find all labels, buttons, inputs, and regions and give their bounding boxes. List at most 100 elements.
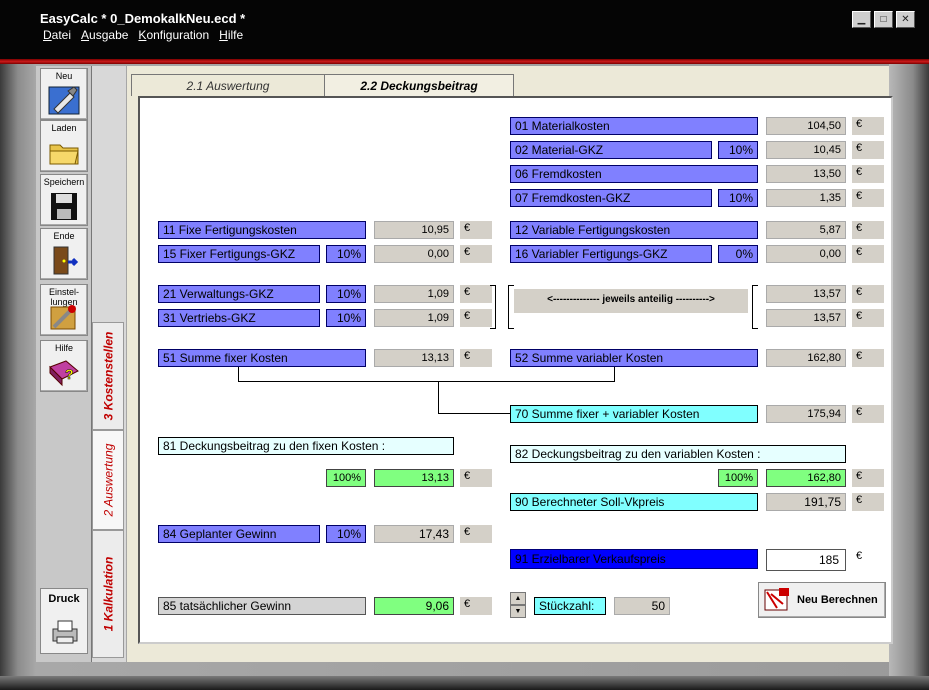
- value-db-fixe-kosten: 13,13: [374, 469, 454, 487]
- help-button[interactable]: Hilfe ?: [40, 340, 88, 392]
- currency-81: €: [460, 469, 492, 487]
- label-db-variable-kosten: 82 Deckungsbeitrag zu den variablen Kost…: [510, 445, 846, 463]
- currency-16: €: [852, 245, 884, 263]
- label-fremdkosten-gkz: 07 Fremdkosten-GKZ: [510, 189, 712, 207]
- settings-button[interactable]: Einstel-lungen: [40, 284, 88, 336]
- save-button[interactable]: Speichern: [40, 174, 88, 226]
- load-button[interactable]: Laden: [40, 120, 88, 172]
- value-vertriebs-gkz: 1,09: [374, 309, 454, 327]
- spin-up-icon[interactable]: ▲: [510, 592, 526, 605]
- currency-52: €: [852, 349, 884, 367]
- currency-anteilig-2: €: [852, 309, 884, 327]
- label-summe-fixer-kosten: 51 Summe fixer Kosten: [158, 349, 366, 367]
- connector-52-down: [614, 367, 615, 381]
- print-button-label: Druck: [48, 593, 80, 605]
- label-db-fixe-kosten: 81 Deckungsbeitrag zu den fixen Kosten :: [158, 437, 454, 455]
- quantity-spinner[interactable]: ▲ ▼: [510, 592, 526, 618]
- label-fixer-fertigungs-gkz: 15 Fixer Fertigungs-GKZ: [158, 245, 320, 263]
- label-soll-vkpreis: 90 Berechneter Soll-Vkpreis: [510, 493, 758, 511]
- value-stueckzahl[interactable]: 50: [614, 597, 670, 615]
- pct-material-gkz[interactable]: 10%: [718, 141, 758, 159]
- load-button-label: Laden: [51, 123, 77, 133]
- pct-geplanter-gewinn[interactable]: 10%: [326, 525, 366, 543]
- floppy-disk-icon: [51, 193, 77, 220]
- window-frame-bottom: [0, 676, 929, 690]
- tab-auswertung[interactable]: 2.1 Auswertung: [131, 74, 325, 96]
- value-fremdkosten-gkz: 1,35: [766, 189, 846, 207]
- currency-90: €: [852, 493, 884, 511]
- label-tatsaechlicher-gewinn: 85 tatsächlicher Gewinn: [158, 597, 366, 615]
- new-button-label: Neu: [55, 71, 73, 81]
- currency-12: €: [852, 221, 884, 239]
- new-document-icon: [48, 86, 80, 115]
- pct-fremdkosten-gkz[interactable]: 10%: [718, 189, 758, 207]
- pct-vertriebs-gkz[interactable]: 10%: [326, 309, 366, 327]
- window-controls: ▁ □ ✕: [852, 11, 915, 28]
- currency-51: €: [460, 349, 492, 367]
- menu-ausgabe[interactable]: Ausgabe: [81, 28, 128, 42]
- value-fixer-fertigungs-gkz: 0,00: [374, 245, 454, 263]
- currency-02: €: [852, 141, 884, 159]
- label-geplanter-gewinn: 84 Geplanter Gewinn: [158, 525, 320, 543]
- vtab-auswertung[interactable]: 2 Auswertung: [92, 430, 124, 530]
- print-button[interactable]: Druck: [40, 588, 88, 654]
- close-button[interactable]: ✕: [896, 11, 915, 28]
- recalculate-button[interactable]: Neu Berechnen: [758, 582, 886, 618]
- settings-tools-icon: [50, 305, 76, 330]
- vtab-kostenstellen[interactable]: 3 Kostenstellen: [92, 322, 124, 430]
- connector-to-70: [438, 413, 510, 414]
- help-button-label: Hilfe: [54, 343, 73, 353]
- value-materialkosten: 104,50: [766, 117, 846, 135]
- save-button-label: Speichern: [43, 177, 85, 187]
- connector-51-down: [238, 367, 239, 381]
- pct-fixer-fertigungs-gkz[interactable]: 10%: [326, 245, 366, 263]
- menu-datei[interactable]: Datei: [43, 28, 71, 42]
- label-summe-variabler-kosten: 52 Summe variabler Kosten: [510, 349, 758, 367]
- connector-center-down: [438, 381, 439, 414]
- folder-icon: [49, 144, 79, 165]
- connector-horizontal: [238, 381, 615, 382]
- value-variable-fertigungskosten: 5,87: [766, 221, 846, 239]
- menu-hilfe[interactable]: Hilfe: [219, 28, 243, 42]
- printer-icon: [52, 620, 78, 644]
- vtab-auswertung-label: 2 Auswertung: [101, 443, 115, 517]
- value-summe-fixer-kosten: 13,13: [374, 349, 454, 367]
- close-icon: ✕: [901, 14, 910, 25]
- spin-down-icon[interactable]: ▼: [510, 605, 526, 618]
- vtab-kostenstellen-label: 3 Kostenstellen: [101, 331, 116, 421]
- vtab-kalkulation[interactable]: 1 Kalkulation: [92, 530, 124, 658]
- label-summe-fix-var: 70 Summe fixer + variabler Kosten: [510, 405, 758, 423]
- exit-button-label: Ende: [53, 231, 75, 241]
- maximize-button[interactable]: □: [874, 11, 893, 28]
- help-book-icon: ?: [49, 360, 79, 387]
- minimize-button[interactable]: ▁: [852, 11, 871, 28]
- currency-11: €: [460, 221, 492, 239]
- new-button[interactable]: Neu: [40, 68, 88, 120]
- currency-06: €: [852, 165, 884, 183]
- currency-31: €: [460, 309, 492, 327]
- label-material-gkz: 02 Material-GKZ: [510, 141, 712, 159]
- pct-variabler-fertigungs-gkz[interactable]: 0%: [718, 245, 758, 263]
- label-erzielbarer-verkaufspreis: 91 Erzielbarer Verkaufspreis: [510, 549, 758, 569]
- exit-button[interactable]: Ende: [40, 228, 88, 280]
- window-title: EasyCalc * 0_DemokalkNeu.ecd *: [40, 11, 246, 26]
- bracket-mid-right: [752, 285, 758, 329]
- vtab-kalkulation-label: 1 Kalkulation: [101, 556, 115, 632]
- currency-91: €: [852, 549, 884, 567]
- currency-15: €: [460, 245, 492, 263]
- content-area: 2.1 Auswertung 2.2 Deckungsbeitrag 01 Ma…: [127, 66, 893, 662]
- menu-konfiguration[interactable]: Konfiguration: [138, 28, 209, 42]
- currency-01: €: [852, 117, 884, 135]
- vertical-tab-strip: 3 Kostenstellen 2 Auswertung 1 Kalkulati…: [92, 66, 126, 662]
- menu-bar: Datei Ausgabe Konfiguration Hilfe: [43, 28, 243, 42]
- label-materialkosten: 01 Materialkosten: [510, 117, 758, 135]
- pct-verwaltungs-gkz[interactable]: 10%: [326, 285, 366, 303]
- input-erzielbarer-verkaufspreis[interactable]: 185: [766, 549, 846, 571]
- label-variable-fertigungskosten: 12 Variable Fertigungskosten: [510, 221, 758, 239]
- tab-deckungsbeitrag[interactable]: 2.2 Deckungsbeitrag: [324, 74, 514, 96]
- value-fixe-fertigungskosten: 10,95: [374, 221, 454, 239]
- value-summe-fix-var: 175,94: [766, 405, 846, 423]
- window-frame-right: [889, 64, 929, 690]
- value-summe-variabler-kosten: 162,80: [766, 349, 846, 367]
- currency-21: €: [460, 285, 492, 303]
